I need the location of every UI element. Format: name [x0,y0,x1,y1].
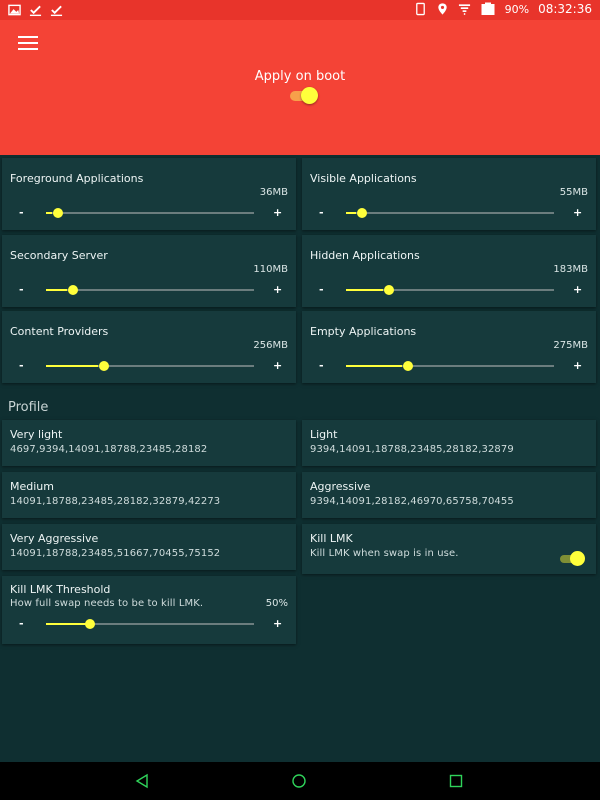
app-header: Apply on boot [0,20,600,155]
decrease-button[interactable]: - [19,359,24,372]
threshold-summary: How full swap needs to be to kill LMK. [10,598,204,609]
decrease-button[interactable]: - [19,283,24,296]
location-icon [437,3,447,15]
profile-values: 14091,18788,23485,28182,32879,42273 [10,496,221,507]
increase-button[interactable]: + [573,206,582,219]
kill-lmk-title: Kill LMK [310,532,353,545]
minfree-card-foreground: Foreground Applications 36MB - + [2,158,296,230]
image-icon [8,4,21,16]
phone-icon [415,2,425,16]
increase-button[interactable]: + [573,359,582,372]
minfree-card-hidden: Hidden Applications 183MB - + [302,235,596,307]
minfree-value: 275MB [553,340,588,351]
profile-section-header: Profile [8,400,49,415]
profile-very-light[interactable]: Very light 4697,9394,14091,18788,23485,2… [2,420,296,466]
minfree-slider[interactable] [46,208,254,218]
slider-thumb[interactable] [53,208,64,218]
check-icon [29,5,42,17]
profile-title: Very light [10,428,63,441]
menu-icon[interactable] [18,36,38,52]
increase-button[interactable]: + [573,283,582,296]
decrease-button[interactable]: - [319,359,324,372]
minfree-title: Secondary Server [10,249,108,262]
home-icon[interactable] [291,773,307,789]
threshold-title: Kill LMK Threshold [10,583,111,596]
slider-thumb[interactable] [357,208,368,218]
slider-thumb[interactable] [99,361,109,371]
minfree-card-secondary-server: Secondary Server 110MB - + [2,235,296,307]
status-bar: 90% 08:32:36 [0,0,600,20]
minfree-value: 110MB [253,264,288,275]
profile-title: Medium [10,480,54,493]
profile-values: 4697,9394,14091,18788,23485,28182 [10,444,208,455]
apply-on-boot-label: Apply on boot [254,69,346,84]
kill-lmk-summary: Kill LMK when swap is in use. [310,548,459,559]
navigation-bar [0,762,600,800]
slider-thumb[interactable] [384,285,395,295]
minfree-card-empty: Empty Applications 275MB - + [302,311,596,383]
profile-values: 9394,14091,18788,23485,28182,32879 [310,444,514,455]
minfree-slider[interactable] [346,208,554,218]
minfree-slider[interactable] [46,285,254,295]
minfree-value: 183MB [553,264,588,275]
kill-lmk-switch[interactable] [560,551,586,567]
minfree-title: Foreground Applications [10,172,144,185]
check-icon [50,5,63,17]
minfree-value: 36MB [259,187,288,198]
profile-title: Light [310,428,338,441]
decrease-button[interactable]: - [19,206,24,219]
minfree-slider[interactable] [46,361,254,371]
profile-aggressive[interactable]: Aggressive 9394,14091,28182,46970,65758,… [302,472,596,518]
threshold-slider[interactable] [46,619,254,629]
kill-lmk-card[interactable]: Kill LMK Kill LMK when swap is in use. [302,524,596,574]
minfree-title: Hidden Applications [310,249,420,262]
profile-medium[interactable]: Medium 14091,18788,23485,28182,32879,422… [2,472,296,518]
apply-on-boot-switch[interactable] [288,87,320,105]
profile-title: Aggressive [310,480,371,493]
minfree-card-visible: Visible Applications 55MB - + [302,158,596,230]
back-icon[interactable] [134,773,150,789]
threshold-decrease-button[interactable]: - [19,617,24,630]
slider-thumb[interactable] [67,285,78,295]
decrease-button[interactable]: - [319,206,324,219]
minfree-title: Empty Applications [310,325,417,338]
recents-icon[interactable] [448,773,464,789]
slider-thumb[interactable] [84,619,95,629]
increase-button[interactable]: + [273,359,282,372]
minfree-slider[interactable] [346,285,554,295]
clock: 08:32:36 [538,2,592,16]
minfree-title: Visible Applications [310,172,417,185]
decrease-button[interactable]: - [319,283,324,296]
increase-button[interactable]: + [273,283,282,296]
kill-lmk-threshold-card: Kill LMK Threshold How full swap needs t… [2,576,296,644]
battery-icon [481,2,495,15]
profile-light[interactable]: Light 9394,14091,18788,23485,28182,32879 [302,420,596,466]
profile-values: 9394,14091,28182,46970,65758,70455 [310,496,514,507]
minfree-title: Content Providers [10,325,109,338]
threshold-increase-button[interactable]: + [273,617,282,630]
minfree-slider[interactable] [346,361,554,371]
profile-title: Very Aggressive [10,532,99,545]
battery-percent: 90% [504,2,530,16]
wifi-icon [458,4,470,15]
profile-very-aggressive[interactable]: Very Aggressive 14091,18788,23485,51667,… [2,524,296,570]
increase-button[interactable]: + [273,206,282,219]
minfree-card-content-providers: Content Providers 256MB - + [2,311,296,383]
minfree-value: 256MB [253,340,288,351]
minfree-value: 55MB [559,187,588,198]
profile-values: 14091,18788,23485,51667,70455,75152 [10,548,221,559]
threshold-value: 50% [265,598,288,609]
slider-thumb[interactable] [403,361,414,371]
